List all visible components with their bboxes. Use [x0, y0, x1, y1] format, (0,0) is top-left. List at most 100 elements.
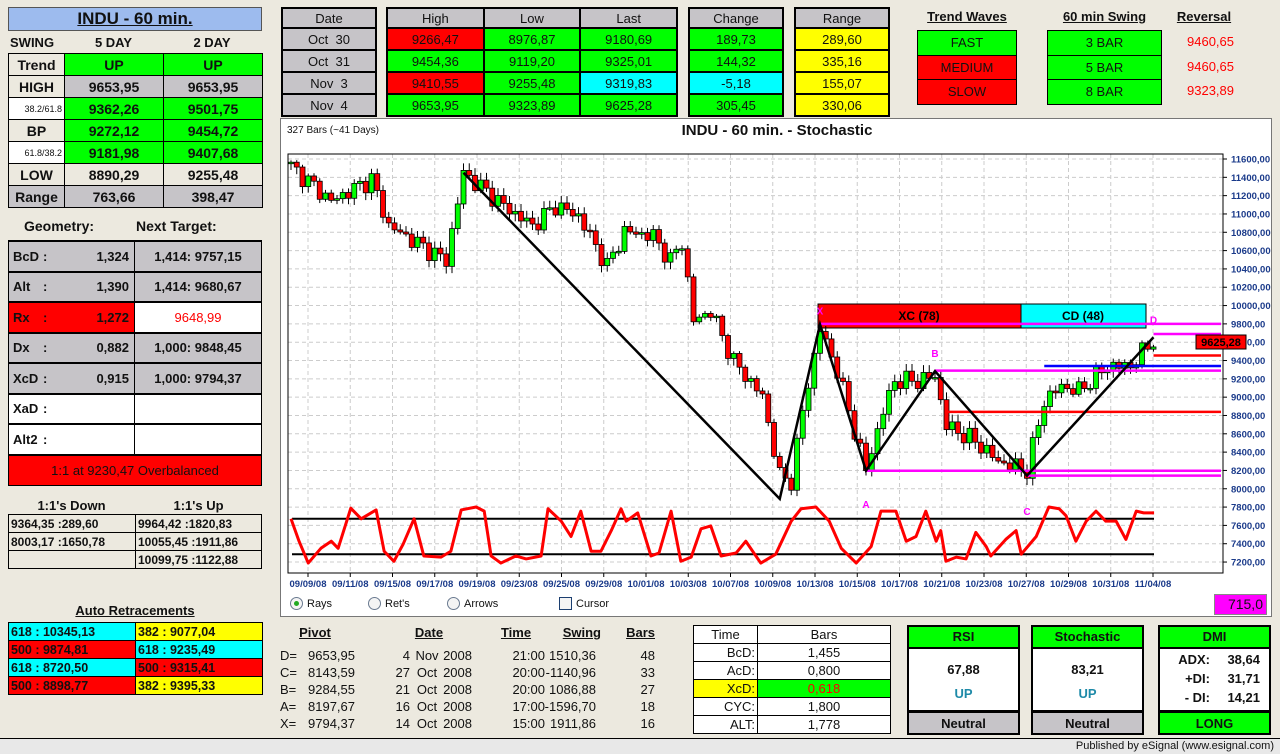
- table-row: Alt: 1,390 1,414: 9680,67: [8, 270, 262, 303]
- rets-radio[interactable]: Ret's: [368, 597, 410, 610]
- candle: [437, 247, 444, 255]
- x-tick-label: 09/19/08: [459, 579, 496, 590]
- time-label: CYC:: [693, 697, 758, 716]
- candle: [305, 175, 312, 188]
- table-row: FAST: [917, 30, 1017, 56]
- geometry-target: [134, 423, 262, 455]
- table-row: High Low Last: [386, 7, 678, 29]
- chart-panel[interactable]: 327 Bars (~41 Days) INDU - 60 min. - Sto…: [280, 118, 1272, 617]
- range-cell: 289,60: [794, 27, 890, 51]
- stochastic-direction: UP: [1078, 686, 1097, 701]
- ones-down-cell: 8003,17 :1650,78: [8, 532, 136, 551]
- retracement-cell: 618 : 10345,13: [8, 622, 136, 641]
- swing-2day-value: 398,47: [163, 185, 263, 208]
- x-tick-label: 10/17/08: [881, 579, 918, 590]
- candle: [426, 242, 432, 262]
- swing-2day-value: 9501,75: [163, 97, 263, 120]
- x-tick-label: 09/15/08: [374, 579, 411, 590]
- geometry-sep: :: [43, 370, 48, 386]
- x-tick-label: 09/09/08: [290, 579, 327, 590]
- pivot-cell: -1596,70: [544, 699, 596, 714]
- x-tick-label: 10/23/08: [966, 579, 1003, 590]
- change-table: Change 189,73 144,32 -5,18 305,45: [688, 7, 784, 117]
- candle: [322, 192, 329, 200]
- stochastic-title: Stochastic: [1033, 627, 1142, 649]
- pivot-header: Swing: [562, 625, 601, 640]
- x-tick-label: 09/17/08: [416, 579, 453, 590]
- swing-row-label: 38.2/61.8: [8, 97, 65, 120]
- y-tick-label: 7200,00: [1231, 558, 1265, 569]
- candle: [966, 427, 973, 444]
- rays-radio[interactable]: Rays: [290, 597, 332, 610]
- date-cell: Nov 3: [281, 71, 377, 95]
- candle: [368, 173, 375, 194]
- candle: [569, 209, 576, 217]
- swing-5day-value: 9272,12: [64, 119, 164, 142]
- table-row: 9410,55 9255,48 9319,83: [386, 71, 678, 95]
- table-row: 330,06: [794, 93, 890, 117]
- candle: [506, 202, 513, 215]
- geometry-label: Dx: [13, 340, 30, 356]
- pivot-cell: 14: [395, 716, 410, 731]
- geometry-ratio-cell: Alt: 1,390: [8, 270, 135, 303]
- hll-cell: 9653,95: [386, 93, 485, 117]
- candle: [1006, 462, 1013, 470]
- candle: [932, 377, 938, 380]
- candle: [667, 252, 674, 263]
- candle: [581, 213, 588, 231]
- swing60-cell: 5 BAR: [1047, 54, 1162, 80]
- retracements-table: 618 : 10345,13 382 : 9077,04 500 : 9874,81…: [8, 622, 263, 695]
- hll-cell: 9119,20: [482, 49, 582, 73]
- candle: [357, 180, 363, 184]
- cursor-checkbox[interactable]: Cursor: [559, 597, 609, 610]
- pivot-cell: B=: [280, 682, 297, 697]
- table-row: Range: [794, 7, 890, 29]
- table-row: Nov 4: [281, 93, 377, 117]
- y-tick-label: 9400,00: [1231, 356, 1265, 367]
- geometry-sep: :: [43, 340, 48, 356]
- geometry-ratio-cell: XaD:: [8, 392, 135, 425]
- pivot-cell: Oct: [416, 665, 438, 680]
- y-tick-label: 8400,00: [1231, 448, 1265, 459]
- candle: [328, 192, 335, 201]
- candle: [1035, 425, 1042, 438]
- geometry-value: 1,324: [96, 248, 129, 264]
- pivot-cell: 9794,37: [308, 716, 355, 731]
- table-row: ALT: 1,778: [693, 715, 891, 734]
- y-tick-label: 7600,00: [1231, 521, 1265, 532]
- pivot-header: Date: [414, 625, 444, 640]
- arrows-radio[interactable]: Arrows: [447, 597, 498, 610]
- candle: [535, 223, 542, 231]
- candle: [500, 195, 507, 204]
- geometry-sep: :: [43, 431, 48, 447]
- table-row: HIGH 9653,95 9653,95: [8, 75, 263, 98]
- time-label: XcD:: [693, 679, 758, 698]
- candle: [840, 377, 846, 382]
- pivot-cell: D=: [280, 648, 297, 663]
- table-row: SLOW: [917, 79, 1017, 105]
- candle: [730, 353, 737, 359]
- candle: [949, 421, 956, 431]
- y-tick-label: 10800,00: [1231, 228, 1271, 239]
- x-tick-label: 09/23/08: [501, 579, 538, 590]
- rsi-signal: Neutral: [909, 710, 1018, 733]
- dmi-values: ADX: 38,64 +DI: 31,71 - DI: 14,21: [1160, 649, 1269, 709]
- change-cell: 305,45: [688, 93, 784, 117]
- candle: [736, 353, 743, 368]
- pivot-cell: 1086,88: [549, 682, 596, 697]
- pivot-cell: 1510,36: [549, 648, 596, 663]
- pivot-label-c: C: [1023, 507, 1030, 518]
- x-tick-label: 09/29/08: [585, 579, 622, 590]
- table-row: Range 763,66 398,47: [8, 185, 263, 208]
- date-cell: Oct 30: [281, 27, 377, 51]
- price-chart[interactable]: 11600,00 11400,00 11200,00 11000,00 10800,00…: [281, 119, 1273, 618]
- dmi-panel: DMI ADX: 38,64 +DI: 31,71 - DI: 14,21 LONG: [1158, 625, 1271, 735]
- candle: [362, 180, 369, 194]
- date-header: Date: [281, 7, 377, 29]
- table-row: XcD: 0,618: [693, 679, 891, 698]
- pivot-cell: 2008: [443, 716, 472, 731]
- range-cell: 335,16: [794, 49, 890, 73]
- y-tick-label: 9200,00: [1231, 374, 1265, 385]
- table-row: Oct 30: [281, 27, 377, 51]
- x-tick-label: 10/13/08: [797, 579, 834, 590]
